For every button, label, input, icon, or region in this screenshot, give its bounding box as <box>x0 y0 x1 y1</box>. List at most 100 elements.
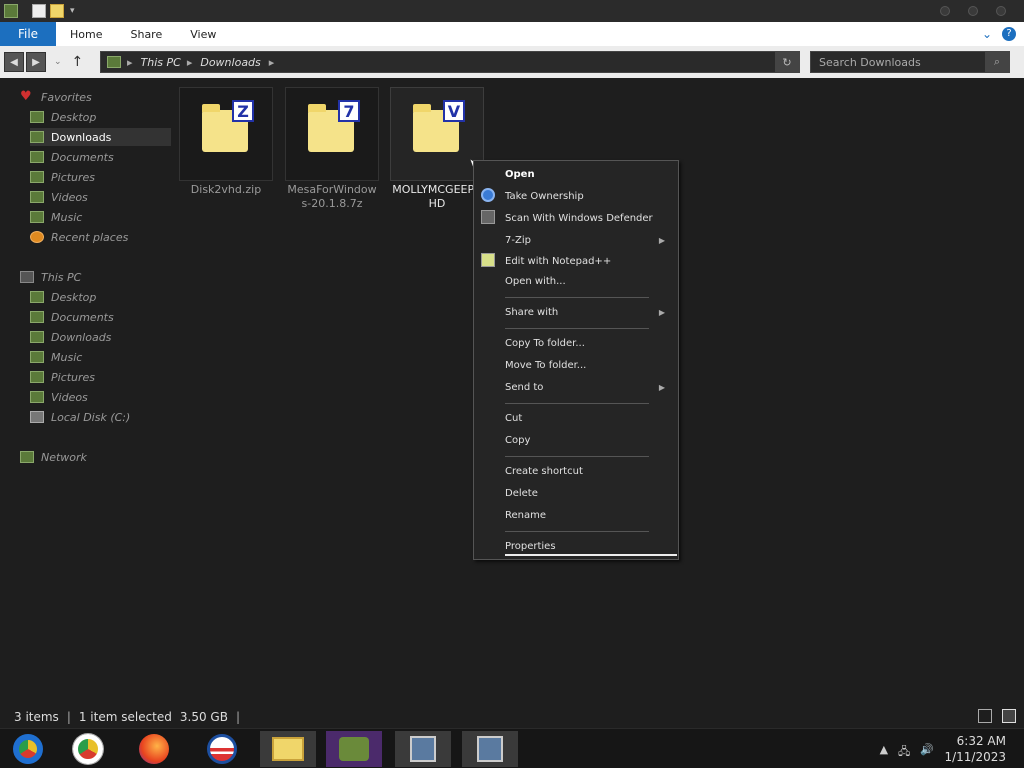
recent-locations-icon[interactable]: ⌄ <box>54 57 62 67</box>
videos-icon <box>30 391 44 403</box>
menu-item-label: Open with... <box>505 275 566 287</box>
chrome-icon[interactable] <box>60 731 116 767</box>
sidebar-item-label: Documents <box>51 150 114 164</box>
search-input[interactable]: Search Downloads ⌕ <box>810 51 1010 73</box>
breadcrumb-this-pc[interactable]: This PC <box>141 56 181 69</box>
installer-icon[interactable] <box>395 731 451 767</box>
search-icon[interactable]: ⌕ <box>985 52 1009 72</box>
sidebar-network[interactable]: Network <box>20 448 87 466</box>
maximize-button[interactable] <box>968 6 978 16</box>
sidebar-item-label: Pictures <box>51 170 96 184</box>
music-icon <box>30 351 44 363</box>
close-button[interactable] <box>996 6 1006 16</box>
menu-item-open[interactable]: Open <box>505 164 675 184</box>
tab-share[interactable]: Share <box>116 28 176 41</box>
forward-button[interactable]: ▶ <box>26 52 46 72</box>
status-divider: | <box>235 710 241 724</box>
back-button[interactable]: ◀ <box>4 52 24 72</box>
sidebar-item-recent-places[interactable]: Recent places <box>30 228 128 246</box>
menu-item-create-shortcut[interactable]: Create shortcut <box>505 461 675 481</box>
menu-item-move-to-folder[interactable]: Move To folder... <box>505 355 675 375</box>
submenu-arrow-icon: ▶ <box>658 235 665 245</box>
installer-icon[interactable] <box>462 731 518 767</box>
menu-item-delete[interactable]: Delete <box>505 483 675 503</box>
selection-count: 1 item selected <box>78 710 172 724</box>
show-hidden-icons-icon[interactable]: ▲ <box>880 743 888 762</box>
chrome-canary-icon[interactable] <box>0 731 56 767</box>
sidebar-item-pc-pictures[interactable]: Pictures <box>30 368 95 386</box>
sidebar-this-pc[interactable]: This PC <box>20 268 81 286</box>
file-explorer-icon[interactable] <box>260 731 316 767</box>
properties-icon[interactable] <box>32 4 46 18</box>
breadcrumb-downloads[interactable]: Downloads <box>200 56 260 69</box>
menu-item-copy-to-folder[interactable]: Copy To folder... <box>505 333 675 353</box>
submenu-arrow-icon: ▶ <box>658 307 665 317</box>
sidebar-item-pc-documents[interactable]: Documents <box>30 308 114 326</box>
sidebar-favorites[interactable]: ♥ Favorites <box>20 88 92 106</box>
menu-item-open-with[interactable]: Open with... <box>505 271 675 291</box>
sidebar-item-music[interactable]: Music <box>30 208 82 226</box>
zip-folder-icon: Z <box>202 100 254 152</box>
defender-icon <box>481 210 495 224</box>
sidebar-item-label: Desktop <box>51 290 97 304</box>
file-item-selected[interactable]: V <box>390 87 484 181</box>
sidebar-item-documents[interactable]: Documents <box>30 148 114 166</box>
navigation-pane: ♥ Favorites Desktop Downloads Documents … <box>0 84 172 704</box>
sidebar-item-pc-desktop[interactable]: Desktop <box>30 288 96 306</box>
minimize-button[interactable] <box>940 6 950 16</box>
tab-view[interactable]: View <box>176 28 230 41</box>
documents-icon <box>30 151 44 163</box>
selection-size: 3.50 GB <box>179 710 228 724</box>
tab-file[interactable]: File <box>0 22 56 46</box>
quick-access-dropdown-icon[interactable]: ▾ <box>70 6 75 16</box>
menu-item-7zip[interactable]: 7-Zip ▶ <box>505 230 675 250</box>
refresh-button[interactable]: ↻ <box>775 52 799 72</box>
sidebar-item-pc-videos[interactable]: Videos <box>30 388 88 406</box>
menu-item-rename[interactable]: Rename <box>505 505 675 525</box>
folder-icon <box>107 56 121 68</box>
sidebar-item-local-disk[interactable]: Local Disk (C:) <box>30 408 130 426</box>
sidebar-item-pictures[interactable]: Pictures <box>30 168 95 186</box>
obama-logo-icon[interactable] <box>194 731 250 767</box>
ribbon: File Home Share View ⌄ ? <box>0 22 1024 46</box>
sidebar-item-label: Videos <box>51 190 88 204</box>
up-button[interactable]: ↑ <box>72 54 84 70</box>
menu-item-label: 7-Zip <box>505 234 531 246</box>
address-bar[interactable]: ▸ This PC ▸ Downloads ▸ ↻ <box>100 51 800 73</box>
file-item[interactable]: 7 <box>285 87 379 181</box>
tab-home[interactable]: Home <box>56 28 116 41</box>
item-count: 3 items <box>14 710 59 724</box>
volume-icon[interactable]: 🔊 <box>920 743 934 762</box>
firefox-icon[interactable] <box>126 731 182 767</box>
menu-item-properties[interactable]: Properties <box>505 536 675 556</box>
sidebar-this-pc-label: This PC <box>41 270 82 284</box>
large-icons-view-icon[interactable] <box>1002 709 1016 723</box>
network-status-icon[interactable]: 🖧 <box>898 743 910 762</box>
menu-item-copy[interactable]: Copy <box>505 430 675 450</box>
menu-item-edit-notepad[interactable]: Edit with Notepad++ <box>505 251 675 271</box>
menu-item-cut[interactable]: Cut <box>505 408 675 428</box>
menu-item-send-to[interactable]: Send to ▶ <box>505 377 675 397</box>
file-name-line: MesaForWindow <box>287 183 377 196</box>
drive-icon <box>30 411 44 423</box>
menu-item-share-with[interactable]: Share with ▶ <box>505 302 675 322</box>
file-item[interactable]: Z <box>179 87 273 181</box>
documents-icon <box>30 311 44 323</box>
sidebar-item-desktop[interactable]: Desktop <box>30 108 96 126</box>
clock[interactable]: 6:32 AM 1/11/2023 <box>944 733 1006 765</box>
expand-ribbon-icon[interactable]: ⌄ <box>982 27 992 41</box>
navigation-bar: ◀ ▶ ⌄ ↑ ▸ This PC ▸ Downloads ▸ ↻ Search… <box>0 46 1024 78</box>
status-bar: 3 items | 1 item selected 3.50 GB | <box>0 706 1024 728</box>
help-icon[interactable]: ? <box>1002 27 1016 41</box>
sidebar-item-pc-downloads[interactable]: Downloads <box>30 328 111 346</box>
sidebar-item-downloads[interactable]: Downloads <box>30 128 172 146</box>
new-folder-icon[interactable] <box>50 4 64 18</box>
menu-item-take-ownership[interactable]: Take Ownership <box>505 186 675 206</box>
file-name: MesaForWindow s-20.1.8.7z <box>282 183 382 211</box>
details-view-icon[interactable] <box>978 709 992 723</box>
sidebar-item-videos[interactable]: Videos <box>30 188 88 206</box>
network-manager-icon[interactable] <box>326 731 382 767</box>
sidebar-item-pc-music[interactable]: Music <box>30 348 82 366</box>
menu-item-scan-defender[interactable]: Scan With Windows Defender <box>505 208 675 228</box>
menu-item-label: Cut <box>505 412 523 424</box>
